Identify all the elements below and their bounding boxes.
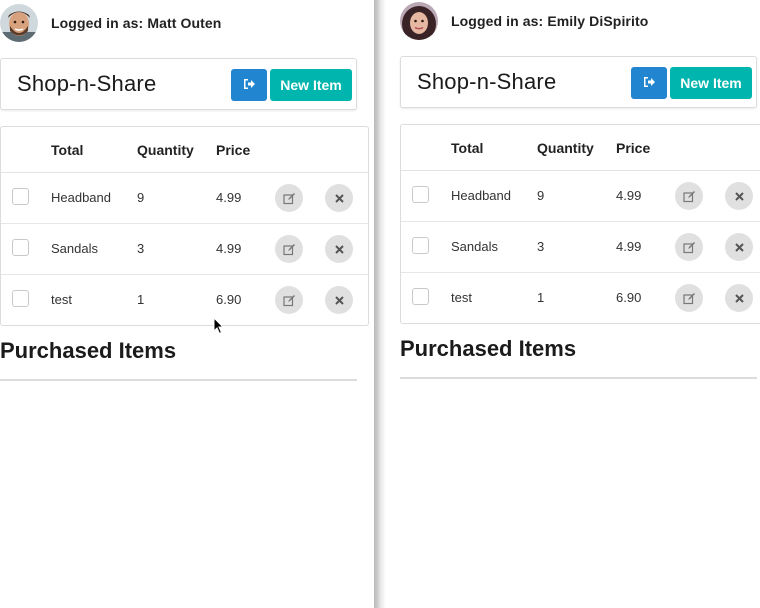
table-row: Headband 9 4.99 (1, 173, 368, 224)
section-divider (400, 377, 757, 379)
table-row: Headband 9 4.99 (401, 171, 760, 222)
item-name: Headband (51, 190, 111, 205)
item-name: Sandals (51, 241, 98, 256)
item-price: 4.99 (216, 241, 242, 256)
logged-in-label: Logged in as: (451, 13, 544, 29)
edit-button[interactable] (275, 184, 303, 212)
column-header-price: Price (216, 142, 251, 158)
edit-button[interactable] (275, 286, 303, 314)
item-name: test (51, 292, 72, 307)
avatar (0, 4, 38, 42)
delete-button[interactable] (725, 284, 753, 312)
item-price: 4.99 (616, 239, 642, 254)
logged-in-label: Logged in as: (51, 15, 144, 31)
table-header: Total Quantity Price (401, 125, 760, 171)
table-row: Sandals 3 4.99 (401, 222, 760, 273)
item-quantity: 3 (537, 239, 545, 254)
edit-icon (282, 243, 295, 255)
table-row: Sandals 3 4.99 (1, 224, 368, 275)
items-table: Total Quantity Price Headband 9 4.99 San… (400, 124, 760, 324)
section-divider (0, 379, 357, 381)
app-title: Shop-n-Share (17, 71, 157, 96)
table-row: test 1 6.90 (401, 273, 760, 324)
column-header-total: Total (451, 140, 484, 156)
delete-button[interactable] (725, 233, 753, 261)
close-icon (734, 191, 744, 201)
table-row: test 1 6.90 (1, 275, 368, 326)
column-header-quantity: Quantity (137, 142, 194, 158)
edit-button[interactable] (275, 235, 303, 263)
column-header-price: Price (616, 140, 651, 156)
logged-in-text: Logged in as: Emily DiSpirito (451, 13, 648, 29)
app-title: Shop-n-Share (417, 69, 557, 94)
edit-icon (682, 241, 695, 253)
item-price: 6.90 (616, 290, 642, 305)
user-bar: Logged in as: Matt Outen (0, 4, 221, 42)
edit-button[interactable] (675, 233, 703, 261)
sign-out-icon (643, 76, 656, 91)
window-divider (374, 0, 386, 608)
item-price: 4.99 (216, 190, 242, 205)
row-checkbox[interactable] (12, 290, 29, 307)
edit-icon (282, 192, 295, 204)
app-header: Shop-n-Share New Item (0, 58, 357, 110)
delete-button[interactable] (325, 286, 353, 314)
edit-button[interactable] (675, 182, 703, 210)
column-header-quantity: Quantity (537, 140, 594, 156)
mouse-cursor-icon (213, 317, 225, 335)
items-table: Total Quantity Price Headband 9 4.99 San… (0, 126, 369, 326)
user-name: Emily DiSpirito (547, 13, 649, 29)
edit-icon (682, 190, 695, 202)
item-price: 4.99 (616, 188, 642, 203)
item-quantity: 1 (537, 290, 545, 305)
close-icon (334, 193, 344, 203)
table-header: Total Quantity Price (1, 127, 368, 173)
new-item-button[interactable]: New Item (270, 69, 352, 101)
item-name: Headband (451, 188, 511, 203)
row-checkbox[interactable] (412, 186, 429, 203)
delete-button[interactable] (325, 235, 353, 263)
column-header-total: Total (51, 142, 84, 158)
delete-button[interactable] (325, 184, 353, 212)
user-name: Matt Outen (147, 15, 222, 31)
purchased-items-heading: Purchased Items (0, 338, 177, 363)
item-name: test (451, 290, 472, 305)
row-checkbox[interactable] (12, 239, 29, 256)
item-name: Sandals (451, 239, 498, 254)
logged-in-text: Logged in as: Matt Outen (51, 15, 221, 31)
item-quantity: 1 (137, 292, 145, 307)
edit-icon (682, 292, 695, 304)
sign-out-icon (243, 78, 256, 93)
item-quantity: 9 (537, 188, 545, 203)
delete-button[interactable] (725, 182, 753, 210)
close-icon (334, 244, 344, 254)
item-quantity: 3 (137, 241, 145, 256)
close-icon (734, 242, 744, 252)
close-icon (734, 293, 744, 303)
right-window: Logged in as: Emily DiSpirito Shop-n-Sha… (386, 0, 760, 608)
row-checkbox[interactable] (412, 237, 429, 254)
left-window: Logged in as: Matt Outen Shop-n-Share Ne… (0, 0, 374, 608)
edit-icon (282, 294, 295, 306)
item-price: 6.90 (216, 292, 242, 307)
purchased-items-heading: Purchased Items (400, 336, 577, 361)
app-header: Shop-n-Share New Item (400, 56, 757, 108)
logout-button[interactable] (631, 67, 667, 99)
row-checkbox[interactable] (412, 288, 429, 305)
item-quantity: 9 (137, 190, 145, 205)
close-icon (334, 295, 344, 305)
new-item-button[interactable]: New Item (670, 67, 752, 99)
edit-button[interactable] (675, 284, 703, 312)
logout-button[interactable] (231, 69, 267, 101)
avatar (400, 2, 438, 40)
user-bar: Logged in as: Emily DiSpirito (400, 2, 648, 40)
row-checkbox[interactable] (12, 188, 29, 205)
